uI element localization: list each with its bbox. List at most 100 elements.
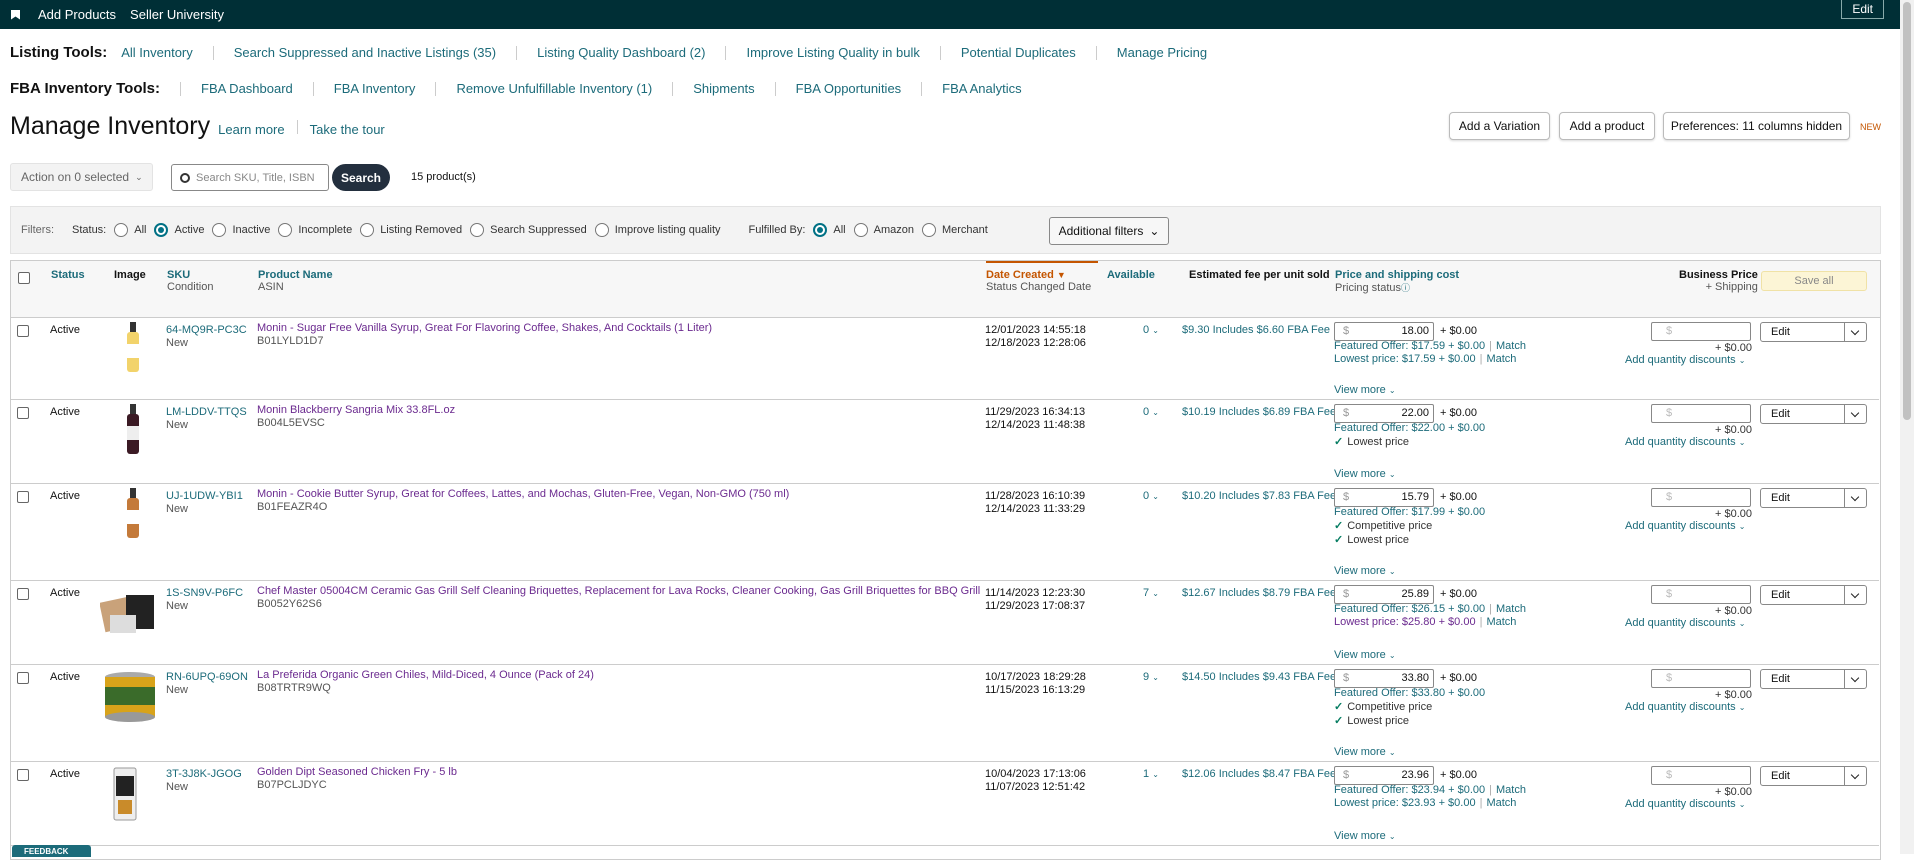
match-featured-link[interactable]: Match (1496, 340, 1526, 352)
view-more-link[interactable]: View more ⌄ (1334, 830, 1396, 842)
view-more-link[interactable]: View more ⌄ (1334, 565, 1396, 577)
row-available[interactable]: 9 ⌄ (1143, 671, 1159, 683)
status-suppressed-radio[interactable] (470, 223, 485, 237)
edit-button[interactable]: Edit (1760, 766, 1867, 786)
info-icon[interactable]: ⓘ (1401, 283, 1410, 293)
row-fee[interactable]: $10.20 Includes $7.83 FBA Fee (1182, 490, 1336, 502)
sku-header[interactable]: SKU Condition (167, 269, 213, 293)
row-sku[interactable]: LM-LDDV-TTQS (166, 406, 247, 418)
save-all-button[interactable]: Save all (1761, 271, 1867, 291)
status-active-radio[interactable] (154, 223, 169, 237)
row-checkbox[interactable] (17, 769, 29, 781)
search-input[interactable]: Search SKU, Title, ISBN (171, 164, 329, 191)
edit-dropdown-toggle[interactable] (1844, 489, 1866, 507)
add-quantity-discounts-link[interactable]: Add quantity discounts ⌄ (1625, 354, 1745, 366)
match-lowest-link[interactable]: Match (1486, 353, 1516, 365)
edit-dropdown-toggle[interactable] (1844, 405, 1866, 423)
row-product-name[interactable]: Monin Blackberry Sangria Mix 33.8FL.oz (257, 404, 987, 416)
product-image[interactable] (122, 488, 144, 543)
row-sku[interactable]: 3T-3J8K-JGOG (166, 768, 242, 780)
row-fee[interactable]: $14.50 Includes $9.43 FBA Fee (1182, 671, 1336, 683)
business-price-input[interactable]: $ (1651, 488, 1751, 507)
potential-duplicates-link[interactable]: Potential Duplicates (939, 45, 1096, 60)
row-fee[interactable]: $12.67 Includes $8.79 FBA Fee (1182, 587, 1336, 599)
fulfilled-all-radio[interactable] (813, 223, 828, 237)
row-available[interactable]: 7 ⌄ (1143, 587, 1159, 599)
row-available[interactable]: 1 ⌄ (1143, 768, 1159, 780)
select-all-checkbox[interactable] (18, 272, 30, 284)
match-featured-link[interactable]: Match (1496, 603, 1526, 615)
row-checkbox[interactable] (17, 491, 29, 503)
status-removed-radio[interactable] (360, 223, 375, 237)
status-incomplete-radio[interactable] (278, 223, 293, 237)
available-header[interactable]: Available (1107, 269, 1155, 281)
all-inventory-link[interactable]: All Inventory (121, 45, 213, 60)
take-tour-link[interactable]: Take the tour (310, 122, 385, 137)
price-header[interactable]: Price and shipping cost Pricing statusⓘ (1335, 269, 1459, 294)
edit-dropdown-toggle[interactable] (1844, 670, 1866, 688)
row-sku[interactable]: 64-MQ9R-PC3C (166, 324, 247, 336)
add-product-button[interactable]: Add a product (1559, 112, 1655, 140)
row-checkbox[interactable] (17, 407, 29, 419)
add-products-link[interactable]: Add Products (38, 7, 116, 22)
edit-button[interactable]: Edit (1760, 404, 1867, 424)
row-product-name[interactable]: Chef Master 05004CM Ceramic Gas Grill Se… (257, 585, 987, 597)
fba-inventory-link[interactable]: FBA Inventory (312, 81, 436, 96)
feedback-tab[interactable]: FEEDBACK (12, 845, 91, 857)
additional-filters-button[interactable]: Additional filters ⌄ (1049, 217, 1169, 245)
row-fee[interactable]: $12.06 Includes $8.47 FBA Fee (1182, 768, 1336, 780)
row-available[interactable]: 0 ⌄ (1143, 406, 1159, 418)
status-header[interactable]: Status (51, 269, 85, 281)
business-price-input[interactable]: $ (1651, 766, 1751, 785)
product-image[interactable] (122, 404, 144, 459)
date-header[interactable]: Date Created ▼ Status Changed Date (986, 269, 1091, 293)
add-variation-button[interactable]: Add a Variation (1449, 112, 1550, 140)
view-more-link[interactable]: View more ⌄ (1334, 468, 1396, 480)
status-inactive-radio[interactable] (212, 223, 227, 237)
add-quantity-discounts-link[interactable]: Add quantity discounts ⌄ (1625, 617, 1745, 629)
scrollbar-thumb[interactable] (1903, 2, 1911, 420)
edit-button[interactable]: Edit (1760, 585, 1867, 605)
fba-analytics-link[interactable]: FBA Analytics (921, 81, 1041, 96)
edit-button[interactable]: Edit (1760, 322, 1867, 342)
listing-quality-link[interactable]: Listing Quality Dashboard (2) (516, 45, 725, 60)
match-lowest-link[interactable]: Match (1486, 797, 1516, 809)
shipments-link[interactable]: Shipments (672, 81, 774, 96)
product-image[interactable] (110, 766, 140, 825)
view-more-link[interactable]: View more ⌄ (1334, 746, 1396, 758)
business-price-input[interactable]: $ (1651, 404, 1751, 423)
add-quantity-discounts-link[interactable]: Add quantity discounts ⌄ (1625, 798, 1745, 810)
edit-nav-button[interactable]: Edit (1841, 0, 1884, 19)
add-quantity-discounts-link[interactable]: Add quantity discounts ⌄ (1625, 701, 1745, 713)
improve-quality-link[interactable]: Improve Listing Quality in bulk (725, 45, 939, 60)
remove-unfulfillable-link[interactable]: Remove Unfulfillable Inventory (1) (435, 81, 672, 96)
fulfilled-merchant-radio[interactable] (921, 223, 936, 237)
view-more-link[interactable]: View more ⌄ (1334, 384, 1396, 396)
row-product-name[interactable]: La Preferida Organic Green Chiles, Mild-… (257, 669, 987, 681)
preferences-button[interactable]: Preferences: 11 columns hidden (1663, 112, 1850, 140)
business-price-input[interactable]: $ (1651, 585, 1751, 604)
status-improve-radio[interactable] (594, 223, 609, 237)
row-checkbox[interactable] (17, 588, 29, 600)
search-button[interactable]: Search (332, 164, 390, 191)
manage-pricing-link[interactable]: Manage Pricing (1095, 45, 1227, 60)
fba-opportunities-link[interactable]: FBA Opportunities (774, 81, 922, 96)
product-image[interactable] (122, 322, 144, 377)
price-input[interactable]: $15.79 (1334, 488, 1434, 507)
add-quantity-discounts-link[interactable]: Add quantity discounts ⌄ (1625, 436, 1745, 448)
edit-dropdown-toggle[interactable] (1844, 767, 1866, 785)
row-fee[interactable]: $9.30 Includes $6.60 FBA Fee (1182, 324, 1330, 336)
business-price-input[interactable]: $ (1651, 669, 1751, 688)
product-image[interactable] (102, 671, 158, 726)
row-product-name[interactable]: Monin - Cookie Butter Syrup, Great for C… (257, 488, 987, 500)
business-price-input[interactable]: $ (1651, 322, 1751, 341)
product-image[interactable] (99, 589, 158, 640)
row-fee[interactable]: $10.19 Includes $6.89 FBA Fee (1182, 406, 1336, 418)
seller-university-link[interactable]: Seller University (130, 7, 224, 22)
price-input[interactable]: $25.89 (1334, 585, 1434, 604)
bookmark-icon[interactable] (11, 9, 20, 20)
match-lowest-link[interactable]: Match (1486, 616, 1516, 628)
price-input[interactable]: $22.00 (1334, 404, 1434, 423)
row-product-name[interactable]: Golden Dipt Seasoned Chicken Fry - 5 lb (257, 766, 987, 778)
fba-dashboard-link[interactable]: FBA Dashboard (180, 81, 313, 96)
